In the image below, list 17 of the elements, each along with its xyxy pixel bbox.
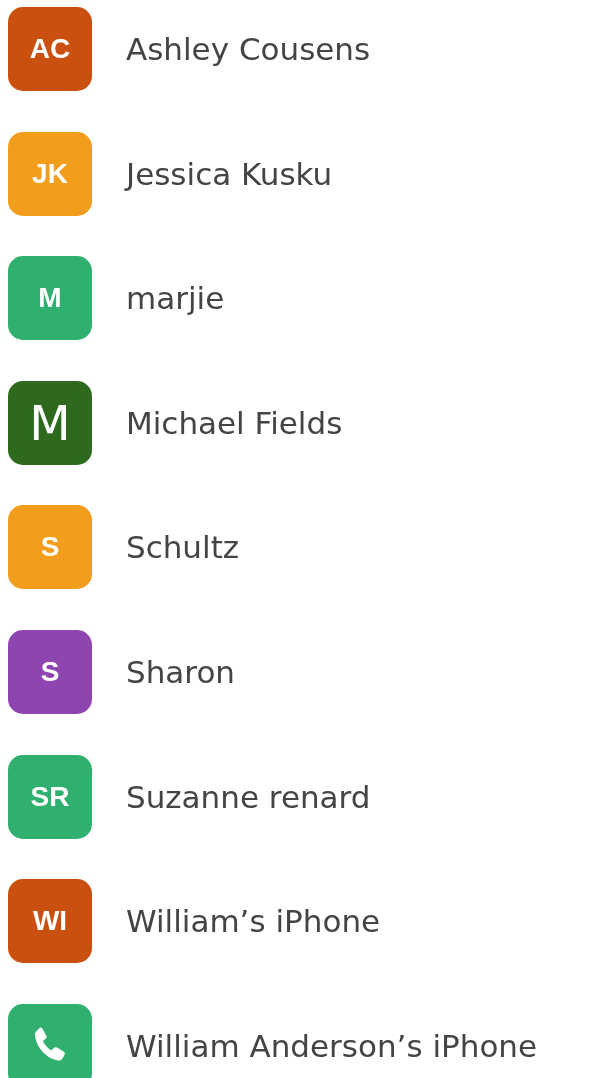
avatar: S (8, 629, 92, 714)
contact-name[interactable]: William’s iPhone (126, 903, 381, 940)
avatar: SR (8, 754, 92, 839)
avatar: S (8, 505, 92, 590)
contact-name[interactable]: Ashley Cousens (126, 31, 371, 67)
avatar: M (8, 380, 92, 465)
avatar: WI (8, 879, 92, 964)
contact-name[interactable]: Jessica Kusku (126, 155, 333, 192)
contact-name[interactable]: William Anderson’s iPhone (126, 1027, 538, 1064)
contact-name[interactable]: Schultz (126, 529, 240, 566)
avatar: M (8, 256, 92, 341)
avatar: JK (8, 131, 92, 216)
contact-name[interactable]: marjie (126, 280, 225, 317)
contact-name[interactable]: Suzanne renard (126, 778, 371, 815)
contact-name[interactable]: Michael Fields (126, 404, 343, 441)
avatar: AC (8, 7, 92, 91)
contact-name[interactable]: Sharon (126, 653, 235, 690)
